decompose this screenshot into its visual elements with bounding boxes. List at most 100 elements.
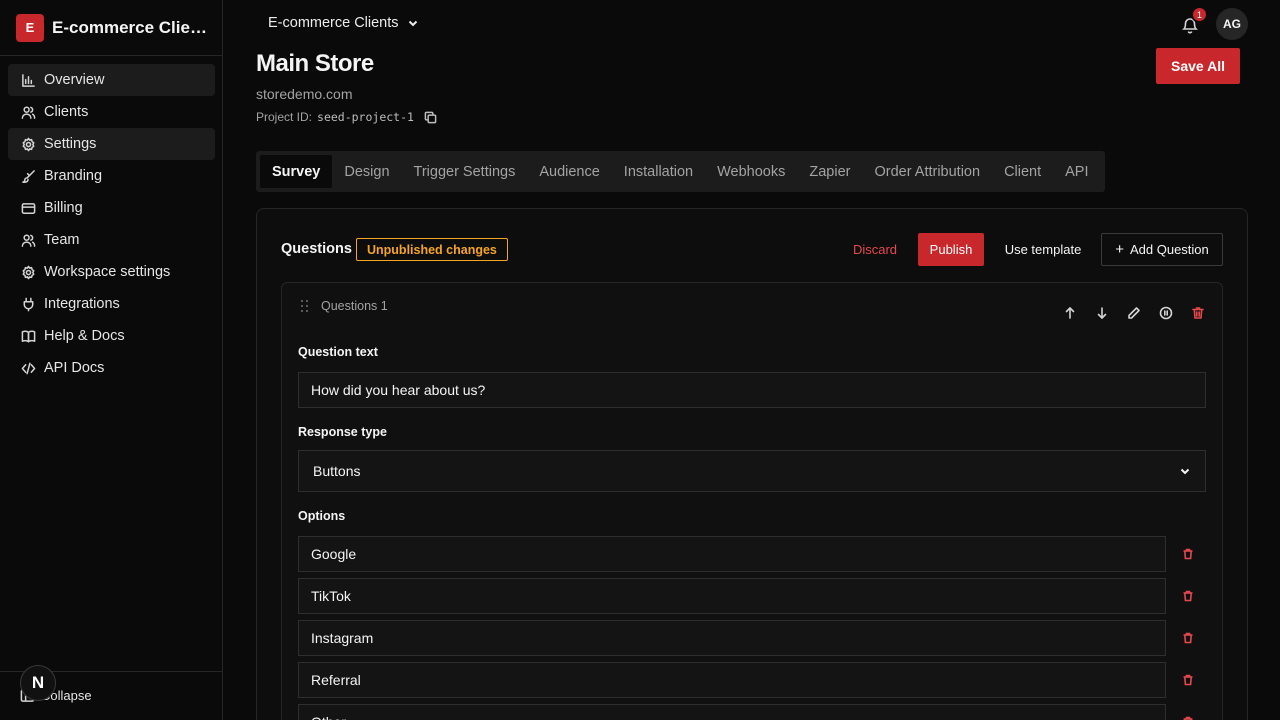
tab-installation[interactable]: Installation xyxy=(612,155,705,188)
option-input[interactable] xyxy=(298,536,1166,572)
sidebar-item-billing[interactable]: Billing xyxy=(8,192,215,224)
sidebar-item-overview[interactable]: Overview xyxy=(8,64,215,96)
response-type-select[interactable]: Buttons xyxy=(298,450,1206,492)
sidebar-item-clients[interactable]: Clients xyxy=(8,96,215,128)
tab-client[interactable]: Client xyxy=(992,155,1053,188)
publish-button[interactable]: Publish xyxy=(918,233,984,266)
brand-name: E-commerce Clients xyxy=(52,17,207,37)
trash-icon xyxy=(1183,548,1193,560)
project-id-label: Project ID: xyxy=(256,110,313,124)
save-all-button[interactable]: Save All xyxy=(1156,48,1240,84)
question-number-label: Questions 1 xyxy=(321,299,388,313)
tab-zapier[interactable]: Zapier xyxy=(797,155,862,188)
sidebar-item-label: Team xyxy=(44,232,80,248)
pencil-icon xyxy=(1128,307,1140,319)
tab-order-attribution[interactable]: Order Attribution xyxy=(862,155,992,188)
sidebar-item-team[interactable]: Team xyxy=(8,224,215,256)
delete-option-button[interactable] xyxy=(1182,589,1196,603)
option-row xyxy=(298,578,1206,614)
sidebar-item-label: Workspace settings xyxy=(44,264,171,280)
sidebar-item-workspace-settings[interactable]: Workspace settings xyxy=(8,256,215,288)
trash-icon xyxy=(1183,674,1193,686)
response-type-value: Buttons xyxy=(313,463,361,479)
use-template-button[interactable]: Use template xyxy=(993,233,1093,266)
tab-audience[interactable]: Audience xyxy=(527,155,611,188)
sidebar-item-label: Billing xyxy=(44,200,83,216)
questions-heading: Questions xyxy=(281,241,352,257)
user-avatar[interactable]: AG xyxy=(1216,8,1248,40)
gear-icon xyxy=(20,264,36,280)
users-icon xyxy=(20,104,36,120)
option-row xyxy=(298,620,1206,656)
sidebar-item-label: Help & Docs xyxy=(44,328,125,344)
sidebar-item-label: Branding xyxy=(44,168,103,184)
arrow-up-icon xyxy=(1065,307,1075,319)
copy-icon[interactable] xyxy=(424,111,437,124)
tab-survey[interactable]: Survey xyxy=(260,155,333,188)
tab-api[interactable]: API xyxy=(1053,155,1100,188)
brush-icon xyxy=(20,168,36,184)
trash-icon xyxy=(1192,307,1204,319)
workspace-brand[interactable]: E E-commerce Clients xyxy=(0,0,223,56)
sidebar-item-label: Integrations xyxy=(44,296,120,312)
gear-icon xyxy=(20,136,36,152)
sidebar-item-label: Clients xyxy=(44,104,89,120)
delete-option-button[interactable] xyxy=(1182,715,1196,720)
option-input[interactable] xyxy=(298,704,1166,720)
tab-trigger-settings[interactable]: Trigger Settings xyxy=(402,155,528,188)
options-label: Options xyxy=(298,509,346,523)
drag-handle-icon[interactable] xyxy=(300,299,310,313)
trash-icon xyxy=(1183,716,1193,720)
notification-count-badge: 1 xyxy=(1191,6,1208,23)
notifications-button[interactable]: 1 xyxy=(1179,6,1208,36)
users-icon xyxy=(20,232,36,248)
add-question-button[interactable]: + Add Question xyxy=(1101,233,1223,266)
delete-option-button[interactable] xyxy=(1182,673,1196,687)
unpublished-changes-badge: Unpublished changes xyxy=(356,238,508,261)
store-domain: storedemo.com xyxy=(256,86,353,102)
sidebar-item-label: Settings xyxy=(44,136,97,152)
project-id-value: seed-project-1 xyxy=(317,110,414,124)
chevron-down-icon xyxy=(408,20,417,27)
delete-option-button[interactable] xyxy=(1182,547,1196,561)
sidebar-item-help-docs[interactable]: Help & Docs xyxy=(8,320,215,352)
option-input[interactable] xyxy=(298,662,1166,698)
move-up-button[interactable] xyxy=(1054,302,1086,324)
delete-option-button[interactable] xyxy=(1182,631,1196,645)
sidebar-item-label: Overview xyxy=(44,72,105,88)
option-row xyxy=(298,536,1206,572)
survey-card: Questions Unpublished changes Discard Pu… xyxy=(256,208,1248,720)
question-text-input[interactable] xyxy=(298,372,1206,408)
tab-webhooks[interactable]: Webhooks xyxy=(705,155,797,188)
workspace-switcher[interactable]: E-commerce Clients xyxy=(268,15,419,31)
option-row xyxy=(298,662,1206,698)
question-text-label: Question text xyxy=(298,345,378,359)
sidebar: E E-commerce Clients Overview Clients Se… xyxy=(0,0,223,720)
option-row xyxy=(298,704,1206,720)
delete-question-button[interactable] xyxy=(1182,302,1214,324)
sidebar-item-integrations[interactable]: Integrations xyxy=(8,288,215,320)
move-down-button[interactable] xyxy=(1086,302,1118,324)
edit-question-button[interactable] xyxy=(1118,302,1150,324)
plus-icon: + xyxy=(1115,241,1124,258)
response-type-label: Response type xyxy=(298,425,387,439)
credit-card-icon xyxy=(20,200,36,216)
discard-button[interactable]: Discard xyxy=(841,233,909,266)
pause-circle-icon xyxy=(1159,306,1173,320)
chevron-down-icon xyxy=(1180,468,1190,475)
project-id-row: Project ID: seed-project-1 xyxy=(256,110,437,124)
sidebar-item-branding[interactable]: Branding xyxy=(8,160,215,192)
option-input[interactable] xyxy=(298,578,1166,614)
sidebar-item-label: API Docs xyxy=(44,360,105,376)
sidebar-item-api-docs[interactable]: API Docs xyxy=(8,352,215,384)
bar-chart-icon xyxy=(20,72,36,88)
option-input[interactable] xyxy=(298,620,1166,656)
pause-question-button[interactable] xyxy=(1150,302,1182,324)
trash-icon xyxy=(1183,590,1193,602)
arrow-down-icon xyxy=(1097,307,1107,319)
workspace-switcher-label: E-commerce Clients xyxy=(268,15,399,31)
tab-design[interactable]: Design xyxy=(332,155,401,188)
nextjs-dev-badge[interactable]: N xyxy=(20,665,56,701)
sidebar-item-settings[interactable]: Settings xyxy=(8,128,215,160)
book-icon xyxy=(20,328,36,344)
